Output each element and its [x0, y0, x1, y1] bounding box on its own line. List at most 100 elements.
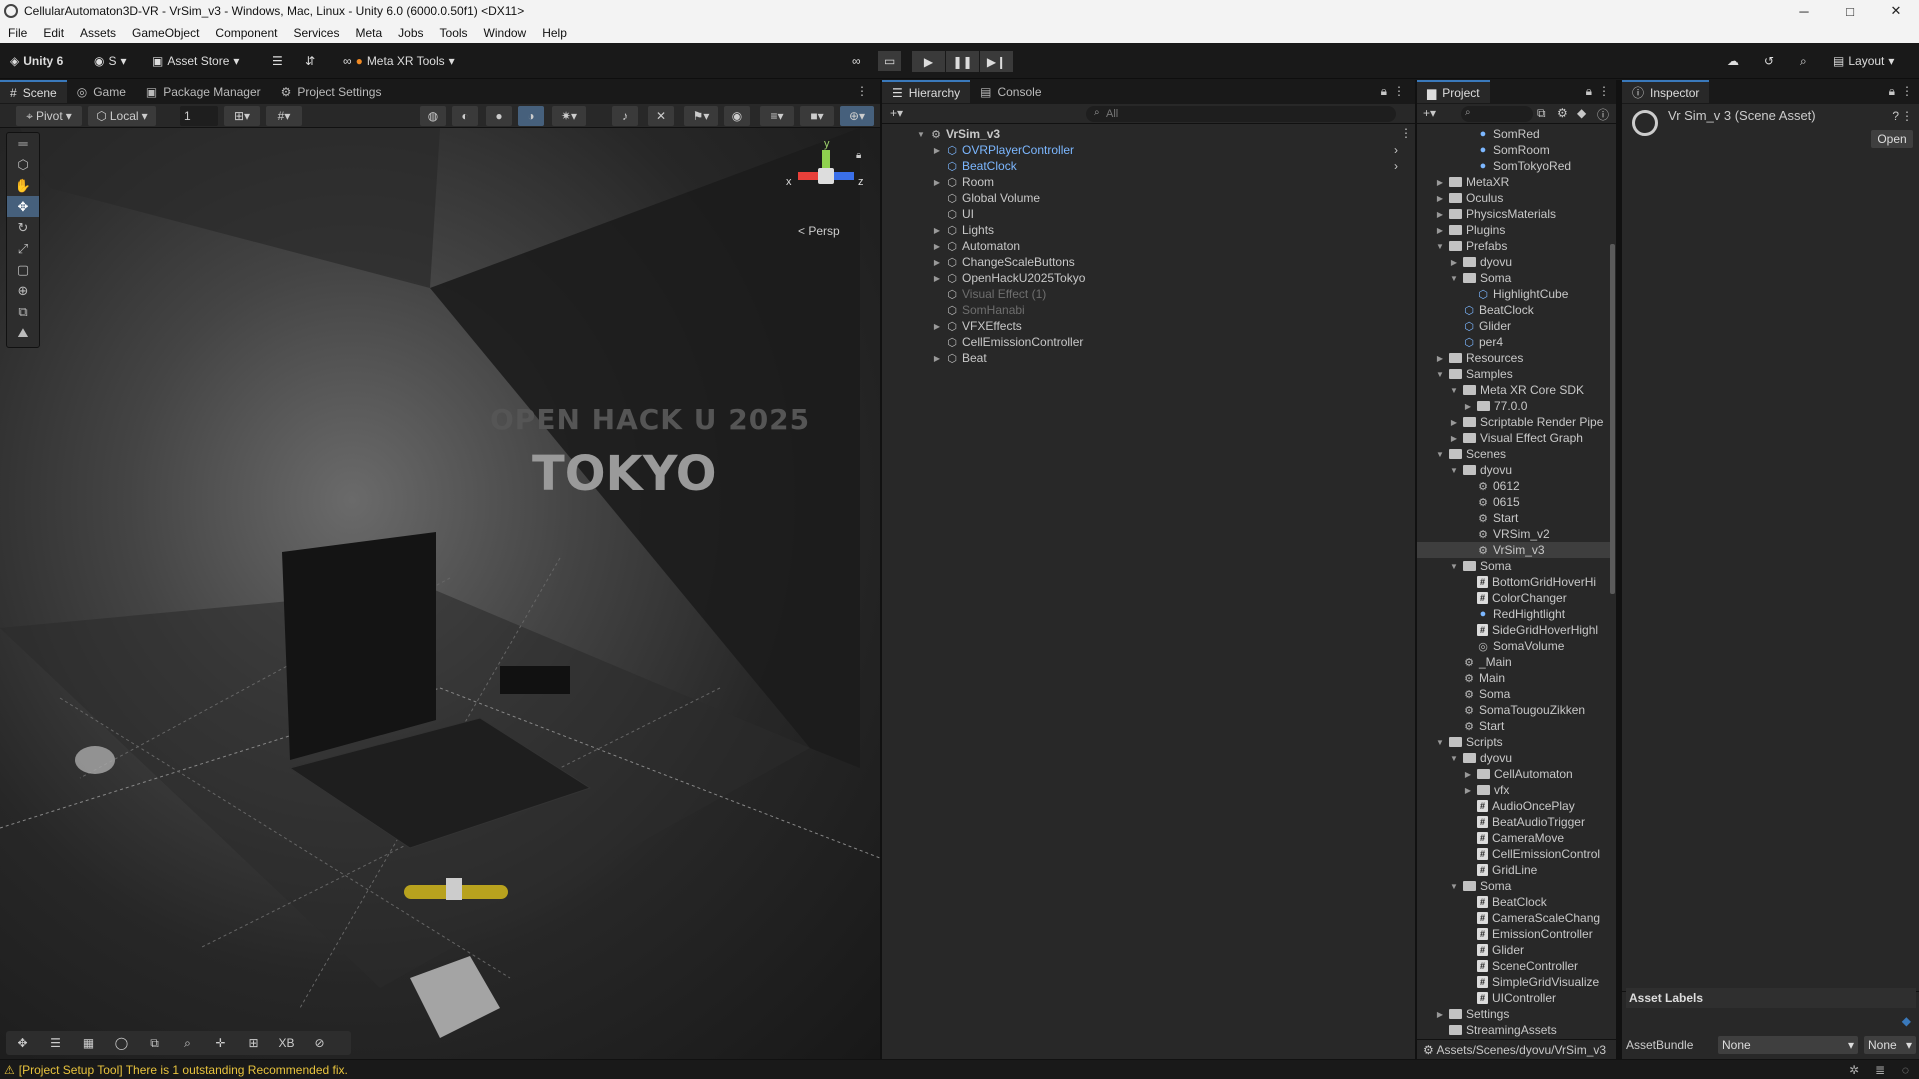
hierarchy-item[interactable]: ▼ ⚙ VrSim_v3 [916, 126, 1000, 142]
expand-arrow-icon[interactable]: ▼ [1435, 450, 1445, 459]
fx-icon[interactable]: ✕ [648, 106, 674, 126]
project-item[interactable]: ▶ Visual Effect Graph [1449, 430, 1612, 446]
project-item[interactable]: ▼ dyovu [1449, 462, 1612, 478]
circle-overlay-icon[interactable]: ◯ [105, 1031, 138, 1055]
camera-settings-icon[interactable]: ■▾ [800, 106, 834, 126]
hierarchy-search-input[interactable]: All [1086, 106, 1396, 122]
hierarchy-item[interactable]: ⬡ CellEmissionController [932, 334, 1083, 350]
panel-divider[interactable] [1415, 80, 1417, 1059]
project-item[interactable]: # AudioOncePlay [1463, 798, 1612, 814]
menu-gameobject[interactable]: GameObject [124, 26, 207, 40]
progress-icon[interactable]: ≣ [1875, 1063, 1885, 1077]
asset-store-button[interactable]: ▣ Asset Store ▾ [152, 51, 239, 71]
project-item[interactable]: ⚙ SomaTougouZikken [1449, 702, 1612, 718]
project-item[interactable]: ⬡ HighlightCube [1463, 286, 1612, 302]
shaded-wire-icon[interactable]: ◐ [452, 106, 478, 126]
move-tool-icon[interactable]: ✥ [7, 196, 39, 217]
hierarchy-item[interactable]: ⬡ SomHanabi [932, 302, 1025, 318]
hierarchy-item[interactable]: ▶ ⬡ OpenHackU2025Tokyo [932, 270, 1085, 286]
project-item[interactable]: ▼ Scenes [1435, 446, 1612, 462]
tile-overlay-icon[interactable]: ☰ [39, 1031, 72, 1055]
meta-link-icon[interactable]: ∞ [852, 51, 861, 71]
move-overlay-icon[interactable]: ✥ [6, 1031, 39, 1055]
project-item[interactable]: ▶ 77.0.0 [1463, 398, 1612, 414]
axis-z-icon[interactable] [832, 172, 854, 180]
close-button[interactable]: ✕ [1873, 0, 1919, 22]
expand-arrow-icon[interactable]: ▶ [1449, 258, 1459, 267]
tab-scene[interactable]: # Scene [0, 80, 67, 103]
minimize-button[interactable]: ─ [1781, 0, 1827, 22]
expand-arrow-icon[interactable]: ▶ [932, 322, 942, 331]
expand-arrow-icon[interactable]: ▼ [1449, 562, 1459, 571]
lock-icon[interactable]: 🔒︎ [856, 150, 861, 161]
expand-arrow-icon[interactable]: ▶ [932, 354, 942, 363]
pause-button[interactable]: ❚❚ [946, 51, 979, 72]
item-menu-icon[interactable]: ⋮ [1400, 126, 1412, 140]
drag-handle-icon[interactable]: ═ [7, 133, 39, 154]
maximize-button[interactable]: □ [1827, 0, 1873, 22]
expand-arrow-icon[interactable]: ▼ [916, 130, 926, 139]
project-item[interactable]: ⚙ 0612 [1463, 478, 1612, 494]
hierarchy-item[interactable]: ▶ ⬡ OVRPlayerController › [932, 142, 1398, 158]
expand-arrow-icon[interactable]: ▶ [1463, 402, 1473, 411]
menu-services[interactable]: Services [285, 26, 347, 40]
project-item[interactable]: ⚙ VRSim_v2 [1463, 526, 1612, 542]
project-item[interactable]: ▶ Settings [1435, 1006, 1612, 1022]
hierarchy-item[interactable]: ▶ ⬡ Room [932, 174, 994, 190]
local-dropdown[interactable]: ⬡ Local ▾ [88, 106, 156, 126]
expand-arrow-icon[interactable]: ▶ [932, 146, 942, 155]
expand-arrow-icon[interactable]: ▶ [932, 258, 942, 267]
project-item[interactable]: ⚙ _Main [1449, 654, 1612, 670]
panel-menu-icon[interactable]: ⋮ [856, 84, 868, 98]
debug-icon[interactable]: ✲ [1849, 1063, 1859, 1077]
axis-center-icon[interactable] [818, 168, 834, 184]
project-item[interactable]: # SceneController [1463, 958, 1612, 974]
project-item[interactable]: ▼ Scripts [1435, 734, 1612, 750]
expand-arrow-icon[interactable]: ▶ [932, 226, 942, 235]
tab-package-manager[interactable]: ▣ Package Manager [136, 80, 271, 103]
project-item[interactable]: ▶ Plugins [1435, 222, 1612, 238]
menu-tools[interactable]: Tools [432, 26, 476, 40]
orientation-gizmo[interactable]: y x z 🔒︎ [786, 138, 866, 228]
project-item[interactable]: # CameraMove [1463, 830, 1612, 846]
filter-label-icon[interactable]: ⚙ [1557, 106, 1568, 120]
expand-arrow-icon[interactable]: ▶ [1435, 226, 1445, 235]
project-item[interactable]: ▼ Meta XR Core SDK [1449, 382, 1612, 398]
project-item[interactable]: # SideGridHoverHighl [1463, 622, 1612, 638]
grid-snap-icon[interactable]: ⊞▾ [224, 106, 260, 126]
menu-edit[interactable]: Edit [35, 26, 72, 40]
search-icon[interactable]: ⌕ [1800, 51, 1807, 71]
menu-component[interactable]: Component [207, 26, 285, 40]
panel-divider[interactable] [1616, 80, 1622, 1059]
project-item[interactable]: ⬡ Glider [1449, 318, 1612, 334]
layout-dropdown[interactable]: ▤ Layout ▾ [1833, 51, 1894, 71]
pivot-dropdown[interactable]: ⌖ Pivot ▾ [16, 106, 82, 126]
expand-arrow-icon[interactable]: ▼ [1435, 242, 1445, 251]
project-item[interactable]: ▶ Oculus [1435, 190, 1612, 206]
project-item[interactable]: # BeatAudioTrigger [1463, 814, 1612, 830]
project-item[interactable]: # Glider [1463, 942, 1612, 958]
tab-project-settings[interactable]: ⚙ Project Settings [271, 80, 392, 103]
tab-game[interactable]: ◎ Game [67, 80, 136, 103]
add-icon[interactable]: +▾ [890, 106, 903, 120]
expand-arrow-icon[interactable]: ▼ [1435, 738, 1445, 747]
expand-arrow-icon[interactable]: ▶ [1463, 770, 1473, 779]
project-search-input[interactable] [1461, 106, 1533, 122]
zoom-overlay-icon[interactable]: ⌕ [171, 1031, 204, 1055]
project-item[interactable]: ▶ MetaXR [1435, 174, 1612, 190]
project-item[interactable]: ⚙ Soma [1449, 686, 1612, 702]
expand-arrow-icon[interactable]: ▼ [1435, 370, 1445, 379]
project-item[interactable]: # UIController [1463, 990, 1612, 1006]
tab-console[interactable]: ▤ Console [970, 80, 1051, 103]
project-item[interactable]: ▼ Samples [1435, 366, 1612, 382]
menu-jobs[interactable]: Jobs [390, 26, 431, 40]
auto-generate-icon[interactable]: ◌ [1902, 1063, 1909, 1077]
tag-icon[interactable]: ◆ [1902, 1014, 1911, 1028]
project-item[interactable]: ⚙ VrSim_v3 [1417, 542, 1610, 558]
hierarchy-item[interactable]: ▶ ⬡ Beat [932, 350, 987, 366]
tab-inspector[interactable]: ⓘ Inspector [1622, 80, 1710, 103]
chevron-right-icon[interactable]: › [1394, 159, 1398, 173]
tab-hierarchy[interactable]: ☰ Hierarchy [882, 80, 971, 103]
projection-label[interactable]: < Persp [798, 224, 840, 238]
xb-overlay-icon[interactable]: XB [270, 1031, 303, 1055]
